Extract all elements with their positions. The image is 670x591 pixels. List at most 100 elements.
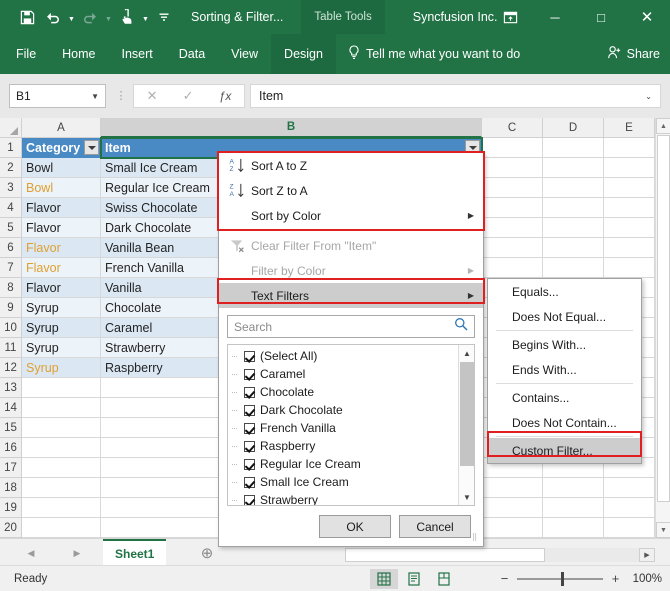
empty-cell[interactable] [604,478,655,498]
empty-cell[interactable] [543,198,604,218]
empty-cell[interactable] [482,238,543,258]
empty-cell[interactable] [604,158,655,178]
table-cell-category[interactable]: Syrup [22,338,101,358]
empty-cell[interactable] [22,518,101,538]
submenu-item-contains[interactable]: Contains... [488,385,641,410]
tab-insert[interactable]: Insert [109,34,166,74]
menu-item-text-filters[interactable]: Text Filters ▶ [219,283,483,308]
row-header[interactable]: 12 [0,358,22,378]
filter-button-category[interactable] [84,140,99,155]
empty-cell[interactable] [22,498,101,518]
filter-list-scrollbar-thumb[interactable] [460,362,474,466]
column-header-c[interactable]: C [482,118,543,138]
horizontal-scrollbar[interactable]: ▶ [345,548,655,562]
submenu-item-ends-with[interactable]: Ends With... [488,357,641,382]
horizontal-scrollbar-thumb[interactable] [345,548,545,562]
empty-cell[interactable] [543,478,604,498]
empty-cell[interactable] [543,218,604,238]
column-header-d[interactable]: D [543,118,604,138]
touch-mode-icon[interactable] [114,4,140,30]
table-cell-category[interactable]: Flavor [22,258,101,278]
confirm-edit-icon[interactable]: ✓ [183,88,194,104]
touch-mode-chevron-down-icon[interactable]: ▼ [140,4,151,30]
empty-cell[interactable] [543,138,604,158]
maximize-button[interactable]: □ [578,0,624,34]
checkbox-checked-icon[interactable] [244,405,255,416]
list-item[interactable]: ··· Raspberry [228,437,457,455]
scroll-right-icon[interactable]: ▶ [639,548,655,562]
scroll-up-icon[interactable]: ▲ [459,345,475,361]
tell-me-box[interactable]: Tell me what you want to do [348,45,520,63]
redo-chevron-down-icon[interactable]: ▼ [103,4,114,30]
add-sheet-icon[interactable]: ⊕ [197,543,217,563]
checkbox-checked-icon[interactable] [244,441,255,452]
list-item[interactable]: ··· Small Ice Cream [228,473,457,491]
menu-item-sort-by-color[interactable]: Sort by Color ▶ [219,203,483,228]
list-item[interactable]: ··· Chocolate [228,383,457,401]
empty-cell[interactable] [22,418,101,438]
row-header[interactable]: 18 [0,478,22,498]
sheet-nav-arrows[interactable]: ◀ ▶ [8,543,100,563]
table-cell-category[interactable]: Flavor [22,198,101,218]
row-header[interactable]: 10 [0,318,22,338]
empty-cell[interactable] [22,458,101,478]
menu-item-sort-a-to-z[interactable]: AZ Sort A to Z [219,153,483,178]
empty-cell[interactable] [604,498,655,518]
list-item[interactable]: ··· (Select All) [228,347,457,365]
filter-list-scrollbar[interactable]: ▲ ▼ [458,345,474,505]
name-box-chevron-down-icon[interactable]: ▼ [91,92,99,101]
redo-icon[interactable] [77,4,103,30]
checkbox-checked-icon[interactable] [244,387,255,398]
menu-item-sort-z-to-a[interactable]: ZA Sort Z to A [219,178,483,203]
page-layout-view-icon[interactable] [400,569,428,589]
page-break-view-icon[interactable] [430,569,458,589]
ok-button[interactable]: OK [319,515,391,538]
empty-cell[interactable] [543,498,604,518]
empty-cell[interactable] [543,158,604,178]
share-button[interactable]: Share [607,45,660,63]
checkbox-checked-icon[interactable] [244,459,255,470]
empty-cell[interactable] [482,218,543,238]
empty-cell[interactable] [482,478,543,498]
tab-view[interactable]: View [218,34,271,74]
empty-cell[interactable] [482,178,543,198]
name-box[interactable]: B1 ▼ [9,84,106,108]
submenu-item-equals[interactable]: Equals... [488,279,641,304]
tab-design[interactable]: Design [271,34,336,74]
row-header[interactable]: 5 [0,218,22,238]
table-cell-category[interactable]: Bowl [22,158,101,178]
row-header[interactable]: 15 [0,418,22,438]
save-icon[interactable] [14,4,40,30]
row-header[interactable]: 3 [0,178,22,198]
row-header[interactable]: 16 [0,438,22,458]
empty-cell[interactable] [482,258,543,278]
row-header[interactable]: 1 [0,138,22,158]
list-item[interactable]: ··· Regular Ice Cream [228,455,457,473]
row-header[interactable]: 20 [0,518,22,538]
table-cell-category[interactable]: Flavor [22,278,101,298]
zoom-level-label[interactable]: 100% [628,573,662,585]
empty-cell[interactable] [482,138,543,158]
list-item[interactable]: ··· Caramel [228,365,457,383]
select-all-corner[interactable] [0,118,22,138]
empty-cell[interactable] [22,378,101,398]
scroll-up-icon[interactable]: ▲ [656,118,670,134]
scroll-down-icon[interactable]: ▼ [459,489,475,505]
column-header-a[interactable]: A [22,118,101,138]
row-header[interactable]: 13 [0,378,22,398]
filter-search-input[interactable]: Search [227,315,475,338]
formula-input[interactable]: Item ⌄ [250,84,661,108]
empty-cell[interactable] [604,138,655,158]
checkbox-checked-icon[interactable] [244,495,255,506]
empty-cell[interactable] [482,518,543,538]
close-button[interactable]: ✕ [624,0,670,34]
row-header[interactable]: 8 [0,278,22,298]
empty-cell[interactable] [482,158,543,178]
table-cell-category[interactable]: Syrup [22,318,101,338]
submenu-item-custom-filter[interactable]: Custom Filter... [488,438,641,463]
row-header[interactable]: 7 [0,258,22,278]
tab-data[interactable]: Data [166,34,218,74]
undo-icon[interactable] [40,4,66,30]
checkbox-checked-icon[interactable] [244,351,255,362]
empty-cell[interactable] [543,258,604,278]
